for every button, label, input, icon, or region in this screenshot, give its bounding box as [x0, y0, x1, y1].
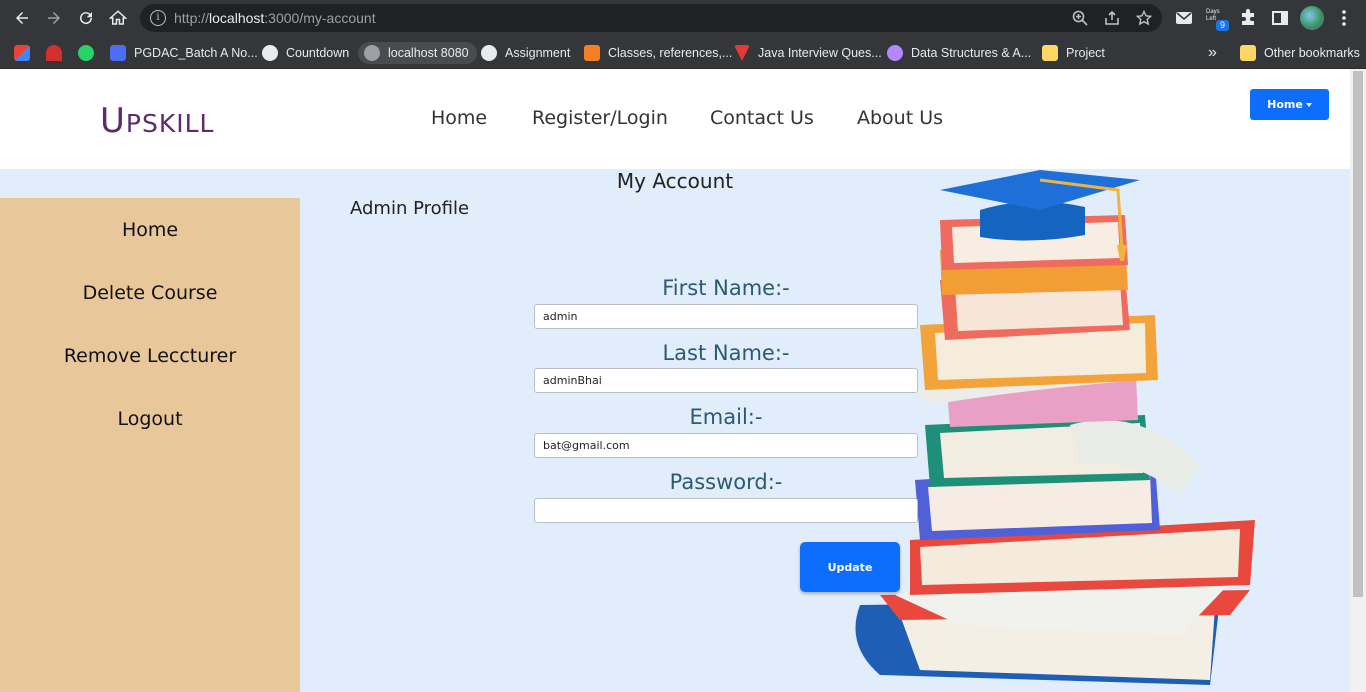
- sidebar: Home Delete Course Remove Leccturer Logo…: [0, 198, 300, 692]
- other-bookmarks[interactable]: Other bookmarks: [1240, 42, 1360, 64]
- back-icon[interactable]: [10, 6, 34, 30]
- first-name-input[interactable]: [534, 304, 918, 329]
- reload-icon[interactable]: [74, 6, 98, 30]
- bookmark-classes[interactable]: Classes, references,...: [584, 42, 732, 64]
- address-bar[interactable]: i http://localhost:3000/my-account: [140, 4, 1162, 32]
- zoom-icon[interactable]: [1072, 10, 1088, 26]
- bookmark-countdown[interactable]: Countdown: [262, 42, 349, 64]
- page-scrollbar[interactable]: [1350, 69, 1366, 692]
- bookmark-label: Assignment: [505, 46, 571, 60]
- home-icon[interactable]: [106, 6, 130, 30]
- browser-toolbar: i http://localhost:3000/my-account Days …: [0, 0, 1366, 36]
- dropdown-label: Home: [1267, 98, 1303, 111]
- days-left-extension[interactable]: Days Left 9: [1206, 9, 1230, 31]
- site-logo[interactable]: UPSKILL: [100, 101, 214, 141]
- overflow-chevron-icon: »: [1208, 44, 1217, 61]
- bookmark-whatsapp[interactable]: [78, 42, 94, 64]
- gmail-icon: [14, 45, 30, 61]
- countdown-icon: [262, 45, 278, 61]
- java-icon: [734, 45, 750, 61]
- email-label: Email:-: [689, 405, 763, 429]
- people-icon: [110, 45, 126, 61]
- bookmark-label: Project: [1066, 46, 1105, 60]
- home-dropdown-button[interactable]: Home: [1250, 89, 1329, 120]
- speedometer-icon: [46, 45, 62, 61]
- last-name-input[interactable]: [534, 368, 918, 393]
- nav-home[interactable]: Home: [431, 107, 487, 129]
- nav-about-us[interactable]: About Us: [857, 107, 943, 129]
- update-button[interactable]: Update: [800, 542, 900, 592]
- email-input[interactable]: [534, 433, 918, 458]
- caret-down-icon: [1305, 102, 1312, 107]
- bookmark-label: PGDAC_Batch A No...: [134, 46, 258, 60]
- site-header: UPSKILL Home Register/Login Contact Us A…: [0, 69, 1350, 169]
- password-input[interactable]: [534, 498, 918, 523]
- bookmark-label: Classes, references,...: [608, 46, 733, 60]
- first-name-label: First Name:-: [662, 276, 790, 300]
- page-content: UPSKILL Home Register/Login Contact Us A…: [0, 69, 1350, 692]
- bookmarks-overflow[interactable]: »: [1208, 42, 1217, 64]
- folder-icon: [1240, 45, 1256, 61]
- bookmark-project[interactable]: Project: [1042, 42, 1105, 64]
- bookmark-label: Data Structures & A...: [911, 46, 1032, 60]
- stackoverflow-icon: [584, 45, 600, 61]
- bookmark-assignment[interactable]: Assignment: [481, 42, 570, 64]
- sidebar-item-delete-course[interactable]: Delete Course: [0, 282, 300, 304]
- bookmark-pgdac[interactable]: PGDAC_Batch A No...: [110, 42, 258, 64]
- bookmark-label: Java Interview Ques...: [758, 46, 882, 60]
- side-panel-icon[interactable]: [1270, 8, 1290, 28]
- bookmark-localhost[interactable]: localhost 8080: [358, 42, 477, 64]
- bookmark-gmail[interactable]: [14, 42, 30, 64]
- bookmark-label: Countdown: [286, 46, 350, 60]
- whatsapp-icon: [78, 45, 94, 61]
- scrollbar-thumb[interactable]: [1353, 71, 1363, 597]
- section-subtitle: Admin Profile: [350, 198, 470, 219]
- mail-extension-icon[interactable]: [1174, 8, 1194, 28]
- sidebar-item-logout[interactable]: Logout: [0, 408, 300, 430]
- nav-contact-us[interactable]: Contact Us: [710, 107, 814, 129]
- bookmark-speed[interactable]: [46, 42, 62, 64]
- site-info-icon[interactable]: i: [150, 10, 166, 26]
- bookmark-java-interview[interactable]: Java Interview Ques...: [734, 42, 882, 64]
- sidebar-item-home[interactable]: Home: [0, 219, 300, 241]
- nav-register-login[interactable]: Register/Login: [532, 107, 668, 129]
- bookmark-star-icon[interactable]: [1135, 9, 1153, 26]
- bookmark-data-structures[interactable]: Data Structures & A...: [887, 42, 1031, 64]
- globe-icon: [364, 45, 380, 61]
- url-text[interactable]: http://localhost:3000/my-account: [174, 10, 376, 26]
- bookmark-label: localhost 8080: [388, 46, 469, 60]
- avatar-icon: [887, 45, 903, 61]
- page-title: My Account: [616, 169, 734, 193]
- folder-icon: [1042, 45, 1058, 61]
- bookmarks-bar: PGDAC_Batch A No... Countdown localhost …: [0, 36, 1366, 69]
- profile-avatar[interactable]: [1300, 6, 1324, 30]
- menu-kebab-icon[interactable]: [1334, 8, 1354, 28]
- sidebar-item-remove-lecturer[interactable]: Remove Leccturer: [0, 345, 300, 367]
- other-bookmarks-label: Other bookmarks: [1264, 46, 1360, 60]
- last-name-label: Last Name:-: [662, 341, 790, 365]
- share-icon[interactable]: [1104, 10, 1120, 26]
- password-label: Password:-: [669, 470, 783, 494]
- github-icon: [481, 45, 497, 61]
- forward-icon[interactable]: [42, 6, 66, 30]
- extensions-puzzle-icon[interactable]: [1238, 8, 1258, 28]
- days-left-count: 9: [1216, 20, 1229, 31]
